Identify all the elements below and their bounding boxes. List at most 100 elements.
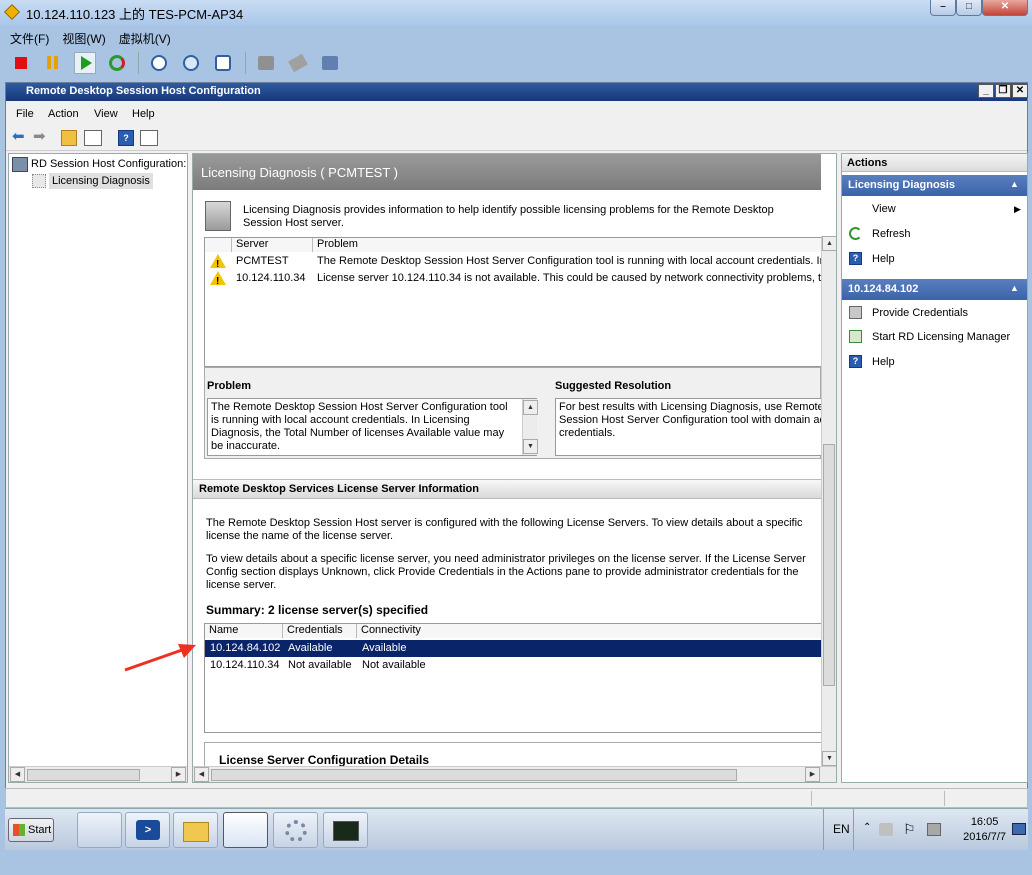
resolution-label: Suggested Resolution bbox=[555, 380, 672, 392]
collapse-icon[interactable]: ▲ bbox=[1010, 179, 1019, 189]
rd-config-icon[interactable] bbox=[223, 812, 268, 848]
center-vscrollbar[interactable]: ▲ ▼ bbox=[821, 236, 836, 766]
menu-file[interactable]: 文件(F) bbox=[10, 32, 49, 46]
vm-menu-bar: 文件(F) 视图(W) 虚拟机(V) bbox=[10, 30, 181, 47]
edit-settings-icon[interactable] bbox=[319, 52, 341, 74]
col-server[interactable]: Server bbox=[232, 238, 313, 252]
powershell-icon[interactable]: > bbox=[125, 812, 170, 848]
back-icon[interactable]: ⬅ bbox=[12, 129, 28, 145]
col-problem[interactable]: Problem bbox=[313, 238, 822, 252]
close-button[interactable]: ✕ bbox=[982, 0, 1028, 16]
licensing-manager-icon bbox=[849, 330, 862, 343]
server-manager-icon[interactable] bbox=[77, 812, 122, 848]
reset-icon[interactable] bbox=[106, 52, 128, 74]
action-help[interactable]: ? Help bbox=[842, 249, 1027, 269]
action-provide-credentials[interactable]: Provide Credentials bbox=[842, 303, 1027, 323]
tree-root[interactable]: RD Session Host Configuration: bbox=[31, 158, 186, 170]
actions-section-server[interactable]: 10.124.84.102 ▲ bbox=[842, 279, 1027, 300]
mmc-title-bar: Remote Desktop Session Host Configuratio… bbox=[6, 83, 1028, 101]
mmc-minimize-button[interactable]: _ bbox=[978, 84, 994, 98]
scroll-down-arrow[interactable]: ▼ bbox=[822, 751, 836, 766]
ls-description-1: The Remote Desktop Session Host server i… bbox=[206, 517, 803, 542]
menu-file[interactable]: File bbox=[16, 108, 34, 120]
center-pane: Licensing Diagnosis ( PCMTEST ) Licensin… bbox=[192, 153, 837, 783]
power-off-icon[interactable] bbox=[10, 52, 32, 74]
up-folder-icon[interactable] bbox=[61, 130, 77, 146]
action-refresh[interactable]: Refresh bbox=[842, 224, 1027, 244]
problem-scrollbar[interactable]: ▲ ▼ bbox=[522, 399, 538, 455]
scroll-thumb[interactable] bbox=[27, 769, 140, 781]
submenu-arrow-icon: ▶ bbox=[1014, 204, 1021, 214]
scroll-left-arrow[interactable]: ◀ bbox=[194, 767, 209, 782]
col-credentials[interactable]: Credentials bbox=[283, 624, 357, 638]
action-help-server[interactable]: ? Help bbox=[842, 352, 1027, 372]
licensing-server-icon bbox=[205, 201, 231, 231]
scroll-up-arrow[interactable]: ▲ bbox=[822, 236, 836, 251]
mmc-title: Remote Desktop Session Host Configuratio… bbox=[26, 85, 261, 97]
col-name[interactable]: Name bbox=[205, 624, 283, 638]
help-icon[interactable]: ? bbox=[118, 130, 134, 146]
menu-vm[interactable]: 虚拟机(V) bbox=[119, 32, 171, 46]
resolution-textbox[interactable]: For best results with Licensing Diagnosi… bbox=[555, 398, 822, 456]
menu-help[interactable]: Help bbox=[132, 108, 155, 120]
table-row[interactable]: 10.124.110.34 Not available Not availabl… bbox=[205, 657, 822, 674]
collapse-icon[interactable]: ▲ bbox=[1010, 283, 1019, 293]
help-icon: ? bbox=[849, 252, 862, 265]
problem-textbox[interactable]: The Remote Desktop Session Host Server C… bbox=[207, 398, 538, 456]
maximize-button[interactable]: □ bbox=[956, 0, 982, 16]
play-icon[interactable] bbox=[74, 52, 97, 74]
scroll-left-arrow[interactable]: ◀ bbox=[10, 767, 25, 782]
scroll-thumb[interactable] bbox=[211, 769, 737, 781]
show-hide-tree-icon[interactable] bbox=[84, 130, 102, 146]
scroll-right-arrow[interactable]: ▶ bbox=[171, 767, 186, 782]
table-row-selected[interactable]: 10.124.84.102 Available Available bbox=[205, 640, 822, 657]
ls-section-header: Remote Desktop Services License Server I… bbox=[193, 479, 821, 499]
action-view[interactable]: View ▶ bbox=[842, 199, 1027, 219]
scroll-thumb[interactable] bbox=[823, 444, 835, 686]
windows-logo-icon bbox=[13, 824, 25, 836]
start-button[interactable]: Start bbox=[8, 818, 54, 842]
license-server-grid: Name Credentials Connectivity 10.124.84.… bbox=[204, 623, 822, 733]
menu-view[interactable]: View bbox=[94, 108, 118, 120]
show-hide-action-pane-icon[interactable] bbox=[140, 130, 158, 146]
action-center-flag-icon[interactable]: ⚐ bbox=[903, 821, 916, 838]
center-hscrollbar[interactable]: ◀ ▶ bbox=[193, 766, 836, 782]
tree-item-licensing-diagnosis[interactable]: Licensing Diagnosis bbox=[49, 173, 153, 189]
settings-tag-icon[interactable] bbox=[287, 52, 309, 74]
settings-gear-icon[interactable] bbox=[273, 812, 318, 848]
intro-text: Licensing Diagnosis provides information… bbox=[243, 204, 774, 229]
minimize-button[interactable]: – bbox=[930, 0, 956, 16]
menu-view[interactable]: 视图(W) bbox=[62, 32, 105, 46]
network-icon[interactable] bbox=[927, 823, 941, 836]
mmc-close-button[interactable]: ✕ bbox=[1012, 84, 1028, 98]
send-ctrl-alt-del-icon[interactable] bbox=[255, 52, 277, 74]
show-hidden-icons-icon[interactable]: ⌃ bbox=[863, 822, 871, 833]
clock[interactable]: 16:05 2016/7/7 bbox=[963, 815, 1006, 845]
table-row[interactable]: PCMTEST The Remote Desktop Session Host … bbox=[205, 253, 836, 273]
menu-action[interactable]: Action bbox=[48, 108, 79, 120]
snapshot-manager-icon[interactable] bbox=[212, 52, 234, 74]
vmware-icon bbox=[4, 4, 20, 20]
actions-section-licensing-diagnosis[interactable]: Licensing Diagnosis ▲ bbox=[842, 175, 1027, 196]
scroll-right-arrow[interactable]: ▶ bbox=[805, 767, 820, 782]
network-warning-icon[interactable] bbox=[879, 823, 893, 836]
warning-icon bbox=[210, 254, 226, 273]
clock-date: 2016/7/7 bbox=[963, 831, 1006, 843]
task-manager-icon[interactable] bbox=[323, 812, 368, 848]
tree-hscrollbar[interactable]: ◀ ▶ bbox=[9, 766, 187, 782]
mmc-restore-button[interactable]: ❐ bbox=[995, 84, 1011, 98]
vm-toolbar bbox=[10, 52, 348, 78]
pause-icon[interactable] bbox=[42, 52, 64, 74]
language-indicator[interactable]: EN bbox=[833, 822, 850, 836]
warning-icon bbox=[210, 271, 226, 290]
forward-icon[interactable]: ➡ bbox=[33, 129, 49, 145]
snapshot-icon[interactable] bbox=[148, 52, 170, 74]
ls-config-details-title: License Server Configuration Details bbox=[219, 753, 430, 767]
revert-snapshot-icon[interactable] bbox=[180, 52, 202, 74]
explorer-icon[interactable] bbox=[173, 812, 218, 848]
show-desktop-icon[interactable] bbox=[1012, 823, 1026, 835]
mmc-window: Remote Desktop Session Host Configuratio… bbox=[5, 82, 1028, 792]
action-start-licensing-manager[interactable]: Start RD Licensing Manager bbox=[842, 327, 1027, 347]
table-row[interactable]: 10.124.110.34 License server 10.124.110.… bbox=[205, 270, 833, 290]
col-connectivity[interactable]: Connectivity bbox=[357, 624, 822, 638]
